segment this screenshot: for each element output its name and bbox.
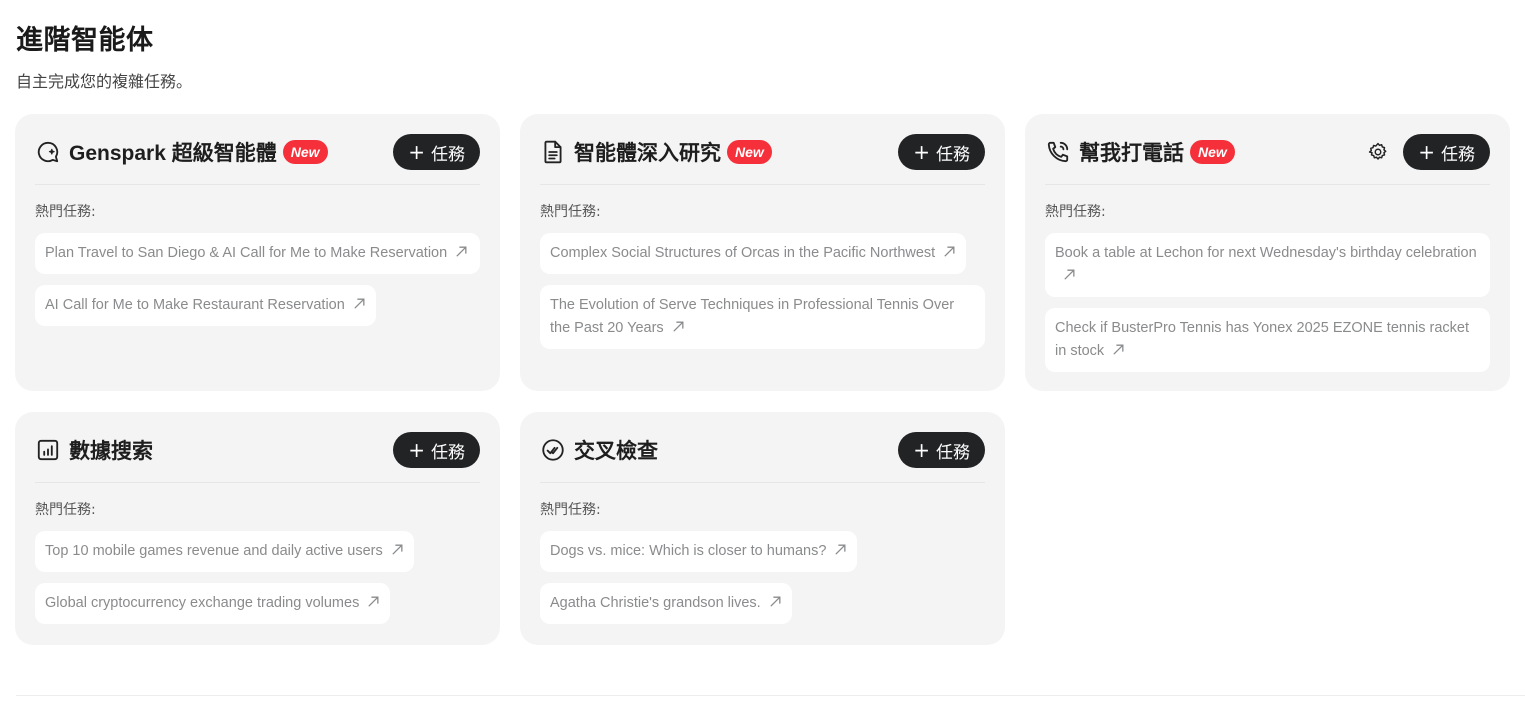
card-header: 數據搜索 + 任務 [35,432,480,468]
add-task-button[interactable]: + 任務 [898,134,985,170]
arrow-up-right-icon [368,596,379,607]
bar-chart-icon [35,437,61,463]
task-item[interactable]: Agatha Christie's grandson lives. [540,583,792,624]
task-item-text: Book a table at Lechon for next Wednesda… [1055,245,1477,261]
arrow-up-right-icon [673,321,684,332]
task-list: Plan Travel to San Diego & AI Call for M… [35,233,480,348]
card-header: 智能體深入研究 New + 任務 [540,134,985,170]
phone-call-icon [1045,139,1071,165]
header-actions: + 任務 [1367,134,1490,170]
card-deep-research: 智能體深入研究 New + 任務 熱門任務: Complex Social St… [520,114,1005,391]
header-actions: + 任務 [393,432,480,468]
header-actions: + 任務 [898,134,985,170]
task-item-text: Agatha Christie's grandson lives. [550,595,761,611]
card-call-for-me: 幫我打電話 New + 任務 熱門任務: Book a table at Lec… [1025,114,1510,391]
plus-icon: + [408,438,425,462]
arrow-up-right-icon [770,596,781,607]
popular-tasks-label: 熱門任務: [540,204,601,220]
task-item[interactable]: Top 10 mobile games revenue and daily ac… [35,531,414,572]
plus-icon: + [913,140,930,164]
task-item[interactable]: The Evolution of Serve Techniques in Pro… [540,285,985,349]
page-subtitle: 自主完成您的複雜任務。 [16,72,193,91]
chat-sparkle-icon [35,139,61,165]
card-super-agent: Genspark 超級智能體 New + 任務 熱門任務: Plan Trave… [15,114,500,391]
task-item-text: AI Call for Me to Make Restaurant Reserv… [45,297,345,313]
arrow-up-right-icon [1113,344,1124,355]
header-actions: + 任務 [393,134,480,170]
document-icon [540,139,566,165]
add-task-button[interactable]: + 任務 [393,432,480,468]
divider [540,482,985,483]
arrow-up-right-icon [456,246,467,257]
add-task-label: 任務 [431,442,465,463]
new-badge: New [727,140,772,164]
task-list: Dogs vs. mice: Which is closer to humans… [540,531,985,646]
arrow-up-right-icon [354,298,365,309]
task-item[interactable]: AI Call for Me to Make Restaurant Reserv… [35,285,376,326]
add-task-button[interactable]: + 任務 [898,432,985,468]
gear-icon[interactable] [1367,141,1389,163]
arrow-up-right-icon [1064,269,1075,280]
add-task-button[interactable]: + 任務 [393,134,480,170]
divider [540,184,985,185]
task-item-text: Top 10 mobile games revenue and daily ac… [45,543,383,559]
add-task-button[interactable]: + 任務 [1403,134,1490,170]
card-title: 數據搜索 [69,440,153,463]
divider [35,482,480,483]
task-item[interactable]: Dogs vs. mice: Which is closer to humans… [540,531,858,572]
plus-icon: + [408,140,425,164]
arrow-up-right-icon [392,544,403,555]
plus-icon: + [913,438,930,462]
card-data-search: 數據搜索 + 任務 熱門任務: Top 10 mobile games reve… [15,412,500,645]
advanced-agents-page: 進階智能体 自主完成您的複雜任務。 Genspark 超級智能體 New + 任… [0,0,1525,714]
new-badge: New [1190,140,1235,164]
task-item[interactable]: Book a table at Lechon for next Wednesda… [1045,233,1490,297]
task-item-text: Global cryptocurrency exchange trading v… [45,595,360,611]
add-task-label: 任務 [431,144,465,165]
task-item-text: Dogs vs. mice: Which is closer to humans… [550,543,827,559]
new-badge: New [282,140,328,164]
popular-tasks-label: 熱門任務: [1045,204,1106,220]
card-title: 交叉檢查 [574,440,658,463]
card-title: 幫我打電話 [1079,142,1184,165]
card-header: Genspark 超級智能體 New + 任務 [35,134,480,170]
task-item-text: Complex Social Structures of Orcas in th… [550,245,936,261]
card-title: 智能體深入研究 [574,142,721,165]
divider [35,184,480,185]
add-task-label: 任務 [936,144,970,165]
popular-tasks-label: 熱門任務: [35,502,96,518]
task-item-text: Plan Travel to San Diego & AI Call for M… [45,245,448,261]
arrow-up-right-icon [944,246,955,257]
card-header: 幫我打電話 New + 任務 [1045,134,1490,170]
task-list: Complex Social Structures of Orcas in th… [540,233,985,371]
card-title: Genspark 超級智能體 [69,142,277,165]
add-task-label: 任務 [1441,144,1475,165]
bottom-divider [16,695,1525,696]
task-item[interactable]: Global cryptocurrency exchange trading v… [35,583,391,624]
arrow-up-right-icon [835,544,846,555]
double-check-circle-icon [540,437,566,463]
task-item[interactable]: Complex Social Structures of Orcas in th… [540,233,967,274]
task-item[interactable]: Check if BusterPro Tennis has Yonex 2025… [1045,308,1490,372]
add-task-label: 任務 [936,442,970,463]
task-list: Book a table at Lechon for next Wednesda… [1045,233,1490,394]
divider [1045,184,1490,185]
task-item-text: The Evolution of Serve Techniques in Pro… [550,297,955,336]
page-title: 進階智能体 [16,25,154,56]
card-header: 交叉檢查 + 任務 [540,432,985,468]
card-cross-check: 交叉檢查 + 任務 熱門任務: Dogs vs. mice: Which is … [520,412,1005,645]
header-actions: + 任務 [898,432,985,468]
popular-tasks-label: 熱門任務: [540,502,601,518]
task-item[interactable]: Plan Travel to San Diego & AI Call for M… [35,233,480,274]
popular-tasks-label: 熱門任務: [35,204,96,220]
plus-icon: + [1418,140,1435,164]
task-list: Top 10 mobile games revenue and daily ac… [35,531,480,646]
